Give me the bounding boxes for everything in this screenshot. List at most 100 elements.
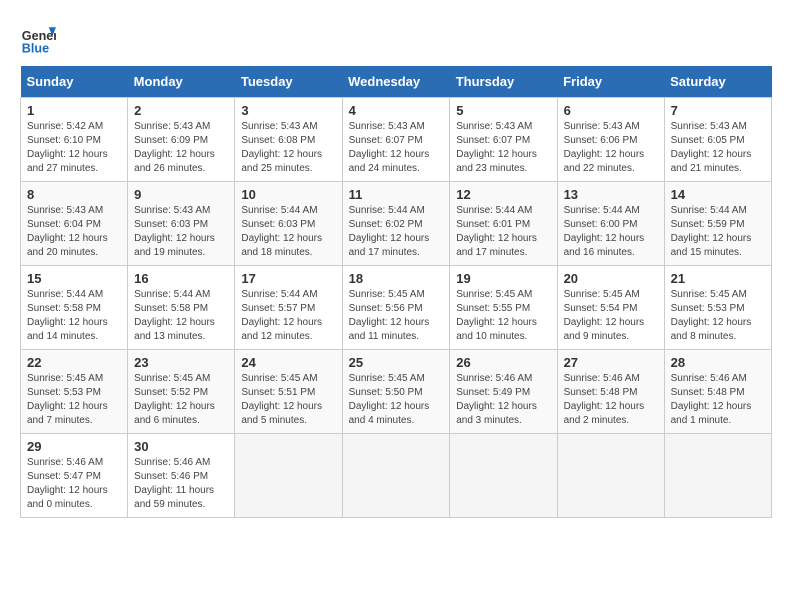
day-number: 4: [349, 103, 444, 118]
calendar-cell: 7 Sunrise: 5:43 AM Sunset: 6:05 PM Dayli…: [664, 98, 771, 182]
day-number: 27: [564, 355, 658, 370]
day-number: 14: [671, 187, 765, 202]
calendar-cell: 23 Sunrise: 5:45 AM Sunset: 5:52 PM Dayl…: [128, 350, 235, 434]
calendar-cell: [235, 434, 342, 518]
calendar-cell: 17 Sunrise: 5:44 AM Sunset: 5:57 PM Dayl…: [235, 266, 342, 350]
logo-icon: General Blue: [20, 20, 56, 56]
day-number: 22: [27, 355, 121, 370]
calendar-cell: [557, 434, 664, 518]
weekday-header-thursday: Thursday: [450, 66, 557, 98]
day-info: Sunrise: 5:45 AM Sunset: 5:52 PM Dayligh…: [134, 372, 228, 428]
calendar-cell: 28 Sunrise: 5:46 AM Sunset: 5:48 PM Dayl…: [664, 350, 771, 434]
day-info: Sunrise: 5:46 AM Sunset: 5:47 PM Dayligh…: [27, 456, 121, 512]
calendar-week-3: 15 Sunrise: 5:44 AM Sunset: 5:58 PM Dayl…: [21, 266, 772, 350]
calendar-cell: 2 Sunrise: 5:43 AM Sunset: 6:09 PM Dayli…: [128, 98, 235, 182]
day-number: 26: [456, 355, 550, 370]
day-info: Sunrise: 5:45 AM Sunset: 5:56 PM Dayligh…: [349, 288, 444, 344]
day-number: 8: [27, 187, 121, 202]
weekday-header-sunday: Sunday: [21, 66, 128, 98]
calendar-cell: 14 Sunrise: 5:44 AM Sunset: 5:59 PM Dayl…: [664, 182, 771, 266]
calendar-cell: 5 Sunrise: 5:43 AM Sunset: 6:07 PM Dayli…: [450, 98, 557, 182]
day-info: Sunrise: 5:44 AM Sunset: 5:59 PM Dayligh…: [671, 204, 765, 260]
day-number: 16: [134, 271, 228, 286]
calendar-cell: [450, 434, 557, 518]
day-number: 20: [564, 271, 658, 286]
day-number: 7: [671, 103, 765, 118]
day-info: Sunrise: 5:44 AM Sunset: 6:02 PM Dayligh…: [349, 204, 444, 260]
weekday-header-friday: Friday: [557, 66, 664, 98]
calendar-cell: 10 Sunrise: 5:44 AM Sunset: 6:03 PM Dayl…: [235, 182, 342, 266]
day-number: 13: [564, 187, 658, 202]
calendar-cell: 18 Sunrise: 5:45 AM Sunset: 5:56 PM Dayl…: [342, 266, 450, 350]
day-number: 11: [349, 187, 444, 202]
calendar-cell: [664, 434, 771, 518]
calendar-cell: 20 Sunrise: 5:45 AM Sunset: 5:54 PM Dayl…: [557, 266, 664, 350]
calendar-cell: 1 Sunrise: 5:42 AM Sunset: 6:10 PM Dayli…: [21, 98, 128, 182]
calendar-cell: 29 Sunrise: 5:46 AM Sunset: 5:47 PM Dayl…: [21, 434, 128, 518]
day-number: 9: [134, 187, 228, 202]
day-info: Sunrise: 5:45 AM Sunset: 5:55 PM Dayligh…: [456, 288, 550, 344]
day-info: Sunrise: 5:45 AM Sunset: 5:51 PM Dayligh…: [241, 372, 335, 428]
calendar-cell: 21 Sunrise: 5:45 AM Sunset: 5:53 PM Dayl…: [664, 266, 771, 350]
day-number: 30: [134, 439, 228, 454]
day-info: Sunrise: 5:46 AM Sunset: 5:49 PM Dayligh…: [456, 372, 550, 428]
calendar-cell: 6 Sunrise: 5:43 AM Sunset: 6:06 PM Dayli…: [557, 98, 664, 182]
day-info: Sunrise: 5:43 AM Sunset: 6:07 PM Dayligh…: [456, 120, 550, 176]
day-info: Sunrise: 5:44 AM Sunset: 5:57 PM Dayligh…: [241, 288, 335, 344]
day-number: 19: [456, 271, 550, 286]
day-info: Sunrise: 5:43 AM Sunset: 6:08 PM Dayligh…: [241, 120, 335, 176]
day-number: 21: [671, 271, 765, 286]
calendar-cell: 30 Sunrise: 5:46 AM Sunset: 5:46 PM Dayl…: [128, 434, 235, 518]
day-info: Sunrise: 5:43 AM Sunset: 6:09 PM Dayligh…: [134, 120, 228, 176]
weekday-header-wednesday: Wednesday: [342, 66, 450, 98]
calendar-cell: 27 Sunrise: 5:46 AM Sunset: 5:48 PM Dayl…: [557, 350, 664, 434]
weekday-header-row: SundayMondayTuesdayWednesdayThursdayFrid…: [21, 66, 772, 98]
calendar-week-5: 29 Sunrise: 5:46 AM Sunset: 5:47 PM Dayl…: [21, 434, 772, 518]
day-info: Sunrise: 5:45 AM Sunset: 5:53 PM Dayligh…: [671, 288, 765, 344]
day-info: Sunrise: 5:45 AM Sunset: 5:53 PM Dayligh…: [27, 372, 121, 428]
weekday-header-saturday: Saturday: [664, 66, 771, 98]
day-info: Sunrise: 5:44 AM Sunset: 5:58 PM Dayligh…: [27, 288, 121, 344]
day-info: Sunrise: 5:44 AM Sunset: 6:01 PM Dayligh…: [456, 204, 550, 260]
day-number: 1: [27, 103, 121, 118]
day-number: 2: [134, 103, 228, 118]
day-number: 29: [27, 439, 121, 454]
svg-text:Blue: Blue: [22, 41, 49, 55]
calendar-cell: 16 Sunrise: 5:44 AM Sunset: 5:58 PM Dayl…: [128, 266, 235, 350]
calendar-cell: 22 Sunrise: 5:45 AM Sunset: 5:53 PM Dayl…: [21, 350, 128, 434]
calendar-cell: 25 Sunrise: 5:45 AM Sunset: 5:50 PM Dayl…: [342, 350, 450, 434]
calendar-table: SundayMondayTuesdayWednesdayThursdayFrid…: [20, 66, 772, 518]
day-info: Sunrise: 5:45 AM Sunset: 5:54 PM Dayligh…: [564, 288, 658, 344]
day-info: Sunrise: 5:44 AM Sunset: 6:03 PM Dayligh…: [241, 204, 335, 260]
day-number: 28: [671, 355, 765, 370]
day-info: Sunrise: 5:45 AM Sunset: 5:50 PM Dayligh…: [349, 372, 444, 428]
logo: General Blue: [20, 20, 56, 56]
day-number: 18: [349, 271, 444, 286]
calendar-cell: 9 Sunrise: 5:43 AM Sunset: 6:03 PM Dayli…: [128, 182, 235, 266]
calendar-cell: 11 Sunrise: 5:44 AM Sunset: 6:02 PM Dayl…: [342, 182, 450, 266]
calendar-cell: 19 Sunrise: 5:45 AM Sunset: 5:55 PM Dayl…: [450, 266, 557, 350]
day-number: 25: [349, 355, 444, 370]
day-number: 10: [241, 187, 335, 202]
calendar-week-1: 1 Sunrise: 5:42 AM Sunset: 6:10 PM Dayli…: [21, 98, 772, 182]
header: General Blue: [20, 20, 772, 56]
calendar-week-4: 22 Sunrise: 5:45 AM Sunset: 5:53 PM Dayl…: [21, 350, 772, 434]
day-info: Sunrise: 5:42 AM Sunset: 6:10 PM Dayligh…: [27, 120, 121, 176]
calendar-cell: 12 Sunrise: 5:44 AM Sunset: 6:01 PM Dayl…: [450, 182, 557, 266]
day-info: Sunrise: 5:44 AM Sunset: 5:58 PM Dayligh…: [134, 288, 228, 344]
day-info: Sunrise: 5:46 AM Sunset: 5:48 PM Dayligh…: [564, 372, 658, 428]
weekday-header-tuesday: Tuesday: [235, 66, 342, 98]
day-info: Sunrise: 5:43 AM Sunset: 6:05 PM Dayligh…: [671, 120, 765, 176]
day-info: Sunrise: 5:46 AM Sunset: 5:46 PM Dayligh…: [134, 456, 228, 512]
day-number: 24: [241, 355, 335, 370]
calendar-cell: 26 Sunrise: 5:46 AM Sunset: 5:49 PM Dayl…: [450, 350, 557, 434]
day-number: 5: [456, 103, 550, 118]
calendar-week-2: 8 Sunrise: 5:43 AM Sunset: 6:04 PM Dayli…: [21, 182, 772, 266]
calendar-cell: 24 Sunrise: 5:45 AM Sunset: 5:51 PM Dayl…: [235, 350, 342, 434]
day-number: 12: [456, 187, 550, 202]
day-info: Sunrise: 5:43 AM Sunset: 6:04 PM Dayligh…: [27, 204, 121, 260]
weekday-header-monday: Monday: [128, 66, 235, 98]
calendar-cell: 13 Sunrise: 5:44 AM Sunset: 6:00 PM Dayl…: [557, 182, 664, 266]
day-number: 6: [564, 103, 658, 118]
day-info: Sunrise: 5:43 AM Sunset: 6:03 PM Dayligh…: [134, 204, 228, 260]
